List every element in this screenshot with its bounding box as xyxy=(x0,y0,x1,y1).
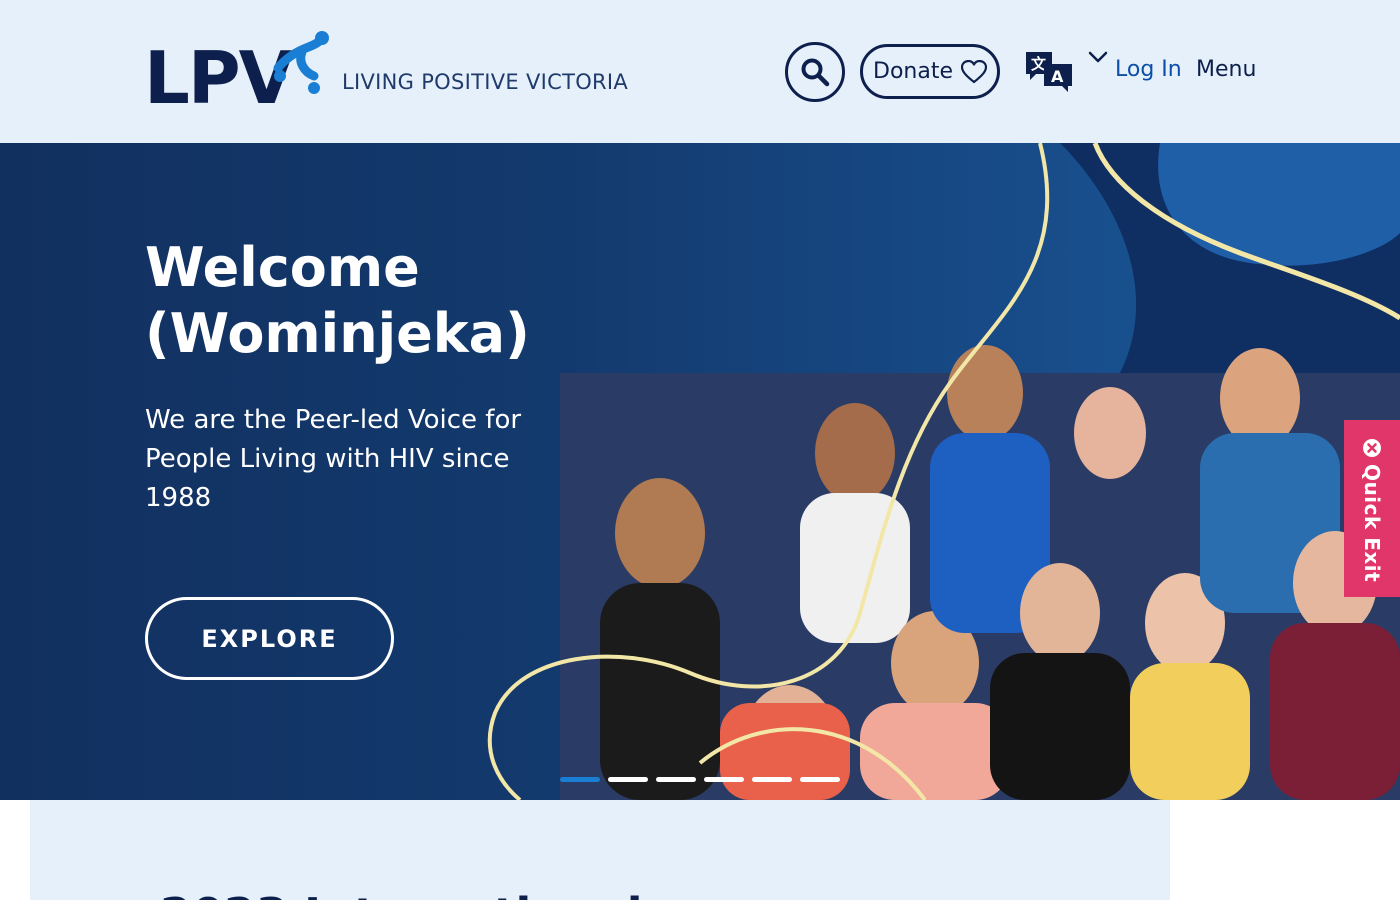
search-icon xyxy=(801,58,830,87)
search-button[interactable] xyxy=(785,42,845,102)
hero-title-line1: Welcome xyxy=(145,236,420,299)
translate-icon: 文 A xyxy=(1026,52,1072,92)
quick-exit-label: Quick Exit xyxy=(1360,464,1384,583)
chevron-down-icon xyxy=(1088,51,1108,63)
carousel-pagination xyxy=(560,777,840,782)
quick-exit-button[interactable]: Quick Exit xyxy=(1344,420,1400,597)
donate-label: Donate xyxy=(873,59,953,84)
content-panel: 2023 International xyxy=(30,800,1170,900)
heart-icon xyxy=(961,59,987,83)
logo-letters: LPV xyxy=(144,36,294,120)
close-circle-icon xyxy=(1363,439,1381,457)
carousel-dot-2[interactable] xyxy=(608,777,648,782)
section-heading: 2023 International xyxy=(160,888,642,900)
carousel-dot-3[interactable] xyxy=(656,777,696,782)
svg-text:A: A xyxy=(1051,67,1064,86)
carousel-dot-6[interactable] xyxy=(800,777,840,782)
carousel-dot-4[interactable] xyxy=(704,777,744,782)
hero-title-line2: (Wominjeka) xyxy=(145,302,530,365)
login-link[interactable]: Log In xyxy=(1115,57,1182,82)
explore-button[interactable]: EXPLORE xyxy=(145,597,394,680)
site-header: LPV LIVING POSITIVE VICTORIA Donate 文 A … xyxy=(0,0,1400,143)
donate-button[interactable]: Donate xyxy=(860,44,1000,99)
menu-button[interactable]: Menu xyxy=(1196,57,1256,82)
hero-carousel: Welcome (Wominjeka) We are the Peer-led … xyxy=(0,143,1400,800)
site-logo[interactable]: LPV xyxy=(144,28,334,116)
logo-mark: LPV xyxy=(144,28,334,116)
hero-subtitle: We are the Peer-led Voice for People Liv… xyxy=(145,405,522,513)
hero-title: Welcome (Wominjeka) xyxy=(145,235,565,367)
carousel-dot-1[interactable] xyxy=(560,777,600,782)
logo-text: LIVING POSITIVE VICTORIA xyxy=(342,70,629,94)
carousel-dot-5[interactable] xyxy=(752,777,792,782)
logo-figure-icon xyxy=(273,31,329,94)
language-selector[interactable]: 文 A xyxy=(1024,50,1108,94)
